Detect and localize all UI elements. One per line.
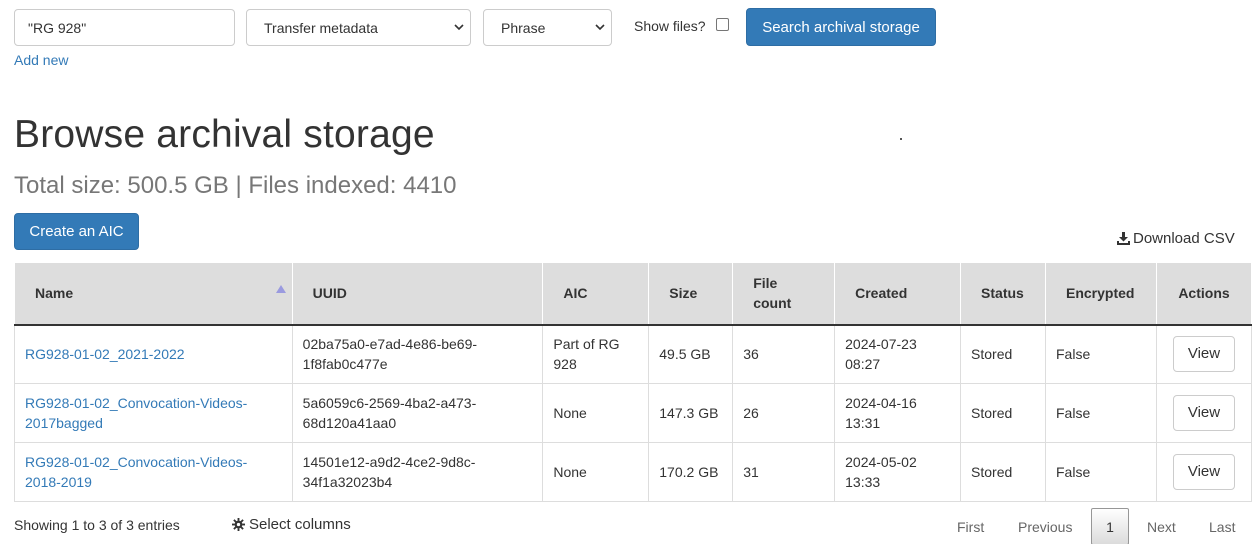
cell-name: RG928-01-02_Convocation-Videos- 2018-2019 bbox=[14, 442, 293, 502]
cell-name: RG928-01-02_Convocation-Videos- 2017bagge… bbox=[14, 383, 293, 443]
sort-ascending-icon bbox=[275, 285, 286, 293]
cell-status: Stored bbox=[960, 442, 1046, 502]
select-columns-button[interactable]: Select columns bbox=[232, 516, 351, 533]
column-header-actions: Actions bbox=[1155, 262, 1253, 326]
search-input[interactable]: "RG 928" bbox=[14, 9, 235, 46]
cell-actions: View bbox=[1155, 324, 1253, 384]
stray-dot bbox=[900, 138, 902, 140]
cell-encrypted: False bbox=[1045, 324, 1157, 384]
chevron-down-icon bbox=[454, 24, 464, 31]
pager-first[interactable]: First bbox=[957, 508, 984, 544]
column-header-name[interactable]: Name bbox=[14, 262, 293, 326]
cell-uuid: 5a6059c6-2569-4ba2-a473- 68d120a41aa0 bbox=[291, 383, 544, 443]
view-button[interactable]: View bbox=[1172, 395, 1235, 431]
storage-summary: Total size: 500.5 GB | Files indexed: 44… bbox=[14, 172, 457, 199]
cell-aic: None bbox=[542, 442, 650, 502]
cell-file-count: 26 bbox=[732, 383, 836, 443]
cell-size: 170.2 GB bbox=[648, 442, 734, 502]
entries-summary: Showing 1 to 3 of 3 entries bbox=[14, 517, 180, 533]
package-link[interactable]: RG928-01-02_Convocation-Videos- 2018-2019 bbox=[25, 454, 247, 490]
table-header-row: Name UUID AIC Size File count Created Sta… bbox=[14, 262, 1253, 326]
search-field-value: Transfer metadata bbox=[264, 19, 378, 36]
column-header-uuid[interactable]: UUID bbox=[291, 262, 544, 326]
cell-file-count: 36 bbox=[732, 324, 836, 384]
column-header-file-count[interactable]: File count bbox=[732, 262, 836, 326]
add-new-link[interactable]: Add new bbox=[14, 52, 68, 68]
cell-created: 2024-04-16 13:31 bbox=[834, 383, 962, 443]
search-type-select[interactable]: Phrase bbox=[483, 9, 612, 46]
column-header-created[interactable]: Created bbox=[834, 262, 962, 326]
cell-encrypted: False bbox=[1045, 442, 1157, 502]
cell-status: Stored bbox=[960, 324, 1046, 384]
cell-uuid: 14501e12-a9d2-4ce2-9d8c- 34f1a32023b4 bbox=[291, 442, 544, 502]
cell-actions: View bbox=[1155, 442, 1253, 502]
cell-status: Stored bbox=[960, 383, 1046, 443]
cell-aic: Part of RG 928 bbox=[542, 324, 650, 384]
pager-previous[interactable]: Previous bbox=[1018, 508, 1072, 544]
table-row: RG928-01-02_Convocation-Videos- 2017bagge… bbox=[14, 383, 1253, 443]
pager-current-page[interactable]: 1 bbox=[1091, 508, 1129, 544]
show-files-checkbox[interactable] bbox=[715, 17, 729, 31]
cell-name: RG928-01-02_2021-2022 bbox=[14, 324, 293, 384]
view-button[interactable]: View bbox=[1172, 454, 1235, 490]
table-row: RG928-01-02_2021-2022 02ba75a0-e7ad-4e86… bbox=[14, 324, 1253, 384]
pager-last[interactable]: Last bbox=[1209, 508, 1235, 544]
gear-icon bbox=[232, 518, 245, 531]
package-link[interactable]: RG928-01-02_Convocation-Videos- 2017bagge… bbox=[25, 395, 247, 431]
package-link[interactable]: RG928-01-02_2021-2022 bbox=[25, 346, 185, 362]
pager-next[interactable]: Next bbox=[1147, 508, 1176, 544]
cell-size: 147.3 GB bbox=[648, 383, 734, 443]
select-columns-label: Select columns bbox=[249, 516, 351, 533]
chevron-down-icon bbox=[595, 24, 605, 31]
cell-uuid: 02ba75a0-e7ad-4e86-be69- 1f8fab0c477e bbox=[291, 324, 544, 384]
cell-file-count: 31 bbox=[732, 442, 836, 502]
column-header-encrypted[interactable]: Encrypted bbox=[1045, 262, 1157, 326]
download-csv-label: Download CSV bbox=[1133, 230, 1235, 247]
archival-storage-table: Name UUID AIC Size File count Created Sta… bbox=[14, 262, 1253, 502]
show-files-toggle: Show files? bbox=[634, 17, 729, 34]
cell-size: 49.5 GB bbox=[648, 324, 734, 384]
cell-aic: None bbox=[542, 383, 650, 443]
search-type-value: Phrase bbox=[501, 19, 546, 36]
column-header-size[interactable]: Size bbox=[648, 262, 734, 326]
search-button[interactable]: Search archival storage bbox=[746, 8, 936, 46]
column-header-aic[interactable]: AIC bbox=[542, 262, 650, 326]
download-csv-link[interactable]: Download CSV bbox=[1117, 230, 1235, 247]
column-header-status[interactable]: Status bbox=[960, 262, 1046, 326]
cell-encrypted: False bbox=[1045, 383, 1157, 443]
page-title: Browse archival storage bbox=[14, 113, 435, 156]
view-button[interactable]: View bbox=[1172, 336, 1235, 373]
cell-actions: View bbox=[1155, 383, 1253, 443]
cell-created: 2024-07-23 08:27 bbox=[834, 324, 962, 384]
create-aic-button[interactable]: Create an AIC bbox=[14, 213, 139, 250]
search-field-select[interactable]: Transfer metadata bbox=[246, 9, 471, 46]
table-row: RG928-01-02_Convocation-Videos- 2018-2019… bbox=[14, 442, 1253, 502]
cell-created: 2024-05-02 13:33 bbox=[834, 442, 962, 502]
show-files-label: Show files? bbox=[634, 18, 706, 34]
pager-page[interactable]: 1 bbox=[1091, 508, 1129, 544]
download-icon bbox=[1117, 232, 1130, 245]
